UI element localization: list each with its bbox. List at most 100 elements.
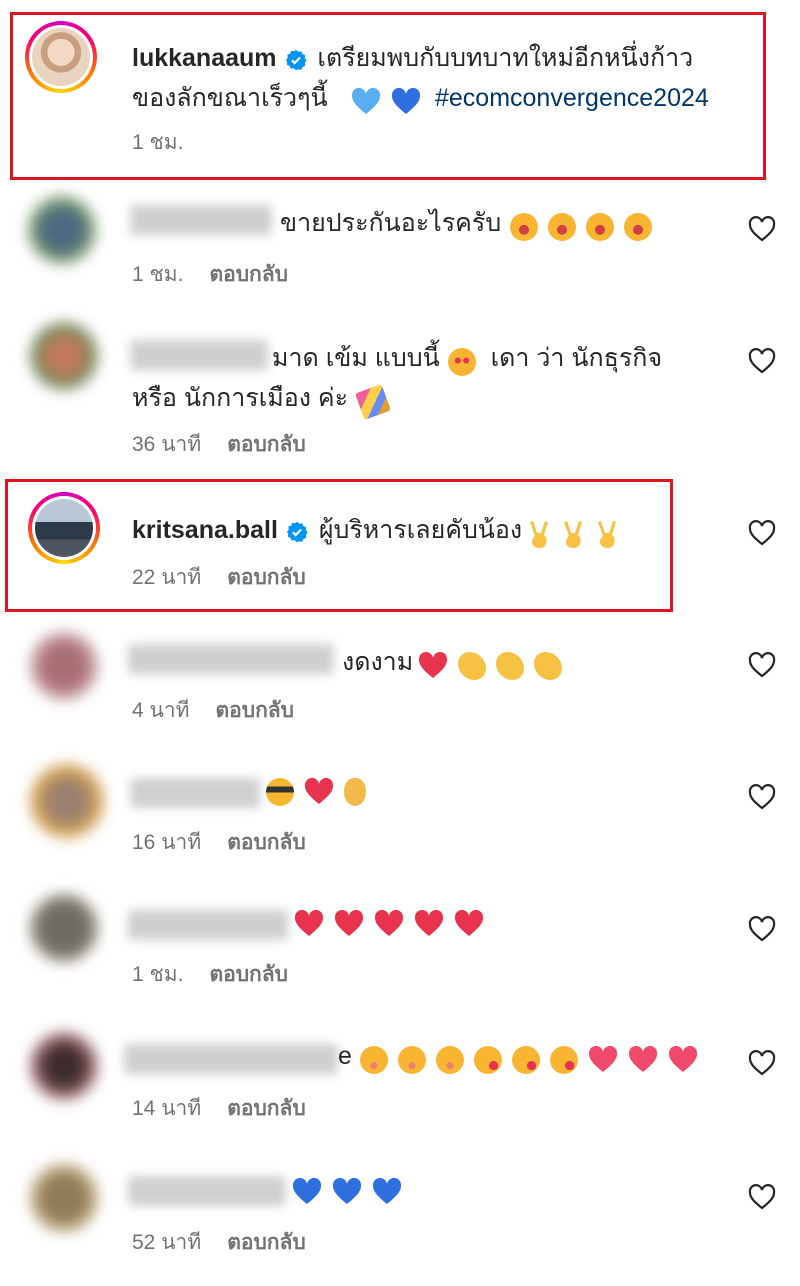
comment-body: [292, 1174, 412, 1206]
comment-body-line2: หรือ นักการเมือง ค่ะ: [132, 378, 397, 420]
comment-meta: 22 นาที ตอบกลับ: [132, 561, 306, 594]
victory-hand-icon: [529, 520, 548, 548]
username-blurred[interactable]: [128, 644, 334, 674]
comment-time: 14 นาที: [132, 1097, 202, 1120]
username-link[interactable]: kritsana.ball: [132, 516, 278, 544]
like-heart-icon[interactable]: [748, 520, 776, 546]
comment-body-line2: ของลักขณาเร็วๆนี้ #ecomconvergence2024: [132, 78, 709, 118]
comment-text: เดา ว่า นักธุรกิจ: [490, 344, 663, 372]
comment-meta: 36 นาที ตอบกลับ: [132, 428, 306, 461]
light-blue-heart-icon: [351, 87, 380, 114]
comment-body: ขายประกันอะไรครับ: [280, 203, 662, 243]
like-heart-icon[interactable]: [748, 1050, 776, 1076]
reply-button[interactable]: ตอบกลับ: [209, 963, 288, 986]
victory-hand-icon: [597, 520, 616, 548]
comment-meta: 52 นาที ตอบกลับ: [132, 1226, 306, 1259]
comment-meta: 14 นาที ตอบกลับ: [132, 1092, 306, 1125]
comment-text: ผู้บริหารเลยคับน้อง: [318, 516, 523, 544]
reply-button[interactable]: ตอบกลับ: [227, 831, 306, 854]
avatar-blurred[interactable]: [30, 322, 98, 390]
avatar-blurred[interactable]: [30, 632, 98, 700]
comment-time: 1 ชม.: [132, 963, 184, 986]
comment-meta: 16 นาที ตอบกลับ: [132, 826, 306, 859]
comment-text: หรือ นักการเมือง ค่ะ: [132, 384, 349, 412]
avatar-blurred[interactable]: [30, 764, 104, 838]
avatar-ring-kritsana[interactable]: [28, 492, 100, 564]
comment-meta: 1 ชม. ตอบกลับ: [132, 258, 288, 291]
comment-body: [266, 774, 376, 806]
blue-heart-icon: [391, 87, 420, 114]
comment-body: งดงาม: [342, 642, 572, 682]
like-heart-icon[interactable]: [748, 916, 776, 942]
flushed-face-icon: [360, 1045, 389, 1074]
username-blurred[interactable]: [130, 778, 260, 808]
avatar-lukkanaaum: [32, 28, 90, 86]
username-blurred[interactable]: [130, 205, 272, 235]
username-blurred[interactable]: [128, 910, 288, 940]
flushed-face-icon: [398, 1045, 427, 1074]
tears-of-joy-icon: [623, 212, 652, 241]
comment-time: 1 ชม.: [132, 131, 184, 154]
like-heart-icon[interactable]: [748, 348, 776, 374]
avatar-blurred[interactable]: [30, 1032, 98, 1100]
comment-body: lukkanaaum เตรียมพบกับบทบาทใหม่อีกหนึ่งก…: [132, 38, 693, 78]
blue-heart-icon: [292, 1177, 322, 1204]
reply-button[interactable]: ตอบกลับ: [227, 433, 306, 456]
smiling-sunglasses-icon: [266, 777, 294, 806]
heart-icon: [629, 1045, 658, 1072]
victory-hand-icon: [563, 520, 582, 548]
comment-time: 1 ชม.: [132, 263, 184, 286]
reply-button[interactable]: ตอบกลับ: [227, 566, 306, 589]
heart-eyes-icon: [448, 347, 477, 376]
flushed-face-icon: [436, 1045, 465, 1074]
verified-badge-icon: [287, 521, 308, 542]
comment-text: ขายประกันอะไรครับ: [280, 209, 502, 237]
like-heart-icon[interactable]: [748, 216, 776, 242]
red-heart-icon: [374, 909, 404, 936]
username-link[interactable]: lukkanaaum: [132, 44, 277, 72]
reply-button[interactable]: ตอบกลับ: [227, 1097, 306, 1120]
username-blurred[interactable]: [128, 1176, 286, 1206]
username-blurred[interactable]: [124, 1044, 338, 1074]
comment-time: 22 นาที: [132, 566, 202, 589]
comment-text: เตรียมพบกับบทบาทใหม่อีกหนึ่งก้าว: [317, 44, 694, 72]
comment-text: งดงาม: [342, 648, 414, 676]
comment-meta: 4 นาที ตอบกลับ: [132, 694, 294, 727]
kissing-face-icon: [550, 1045, 579, 1074]
like-heart-icon[interactable]: [748, 652, 776, 678]
avatar-blurred[interactable]: [28, 196, 96, 264]
comment-body: มาด เข้ม แบบนี้ เดา ว่า นักธุรกิจ: [272, 338, 662, 378]
tears-of-joy-icon: [585, 212, 614, 241]
avatar-blurred[interactable]: [30, 1164, 98, 1232]
heart-icon: [589, 1045, 618, 1072]
tears-of-joy-icon: [547, 212, 576, 241]
red-heart-icon: [414, 909, 444, 936]
reply-button[interactable]: ตอบกลับ: [227, 1231, 306, 1254]
reply-button[interactable]: ตอบกลับ: [209, 263, 288, 286]
clapping-hands-icon: [495, 651, 524, 680]
like-heart-icon[interactable]: [748, 1184, 776, 1210]
comment-time: 4 นาที: [132, 699, 190, 722]
comment-body: kritsana.ball ผู้บริหารเลยคับน้อง: [132, 510, 629, 550]
comment-time: 52 นาที: [132, 1231, 202, 1254]
blue-heart-icon: [372, 1177, 402, 1204]
kissing-face-icon: [474, 1045, 503, 1074]
like-heart-icon[interactable]: [748, 784, 776, 810]
avatar-ring-lukkanaaum[interactable]: [25, 21, 97, 93]
blue-heart-icon: [332, 1177, 362, 1204]
clapping-hands-icon: [533, 651, 562, 680]
hashtag-link[interactable]: #ecomconvergence2024: [435, 84, 709, 112]
username-blurred[interactable]: [130, 340, 268, 370]
heart-icon: [669, 1045, 698, 1072]
comment-meta: 1 ชม. ตอบกลับ: [132, 958, 288, 991]
kissing-face-icon: [512, 1045, 541, 1074]
comment-body: [294, 906, 494, 938]
red-heart-icon: [304, 777, 334, 804]
avatar-kritsana: [35, 499, 93, 557]
ok-hand-icon: [344, 777, 366, 806]
red-heart-icon: [454, 909, 484, 936]
comment-body: e: [338, 1042, 708, 1074]
avatar-blurred[interactable]: [30, 894, 98, 962]
red-heart-icon: [418, 651, 447, 678]
reply-button[interactable]: ตอบกลับ: [216, 699, 295, 722]
